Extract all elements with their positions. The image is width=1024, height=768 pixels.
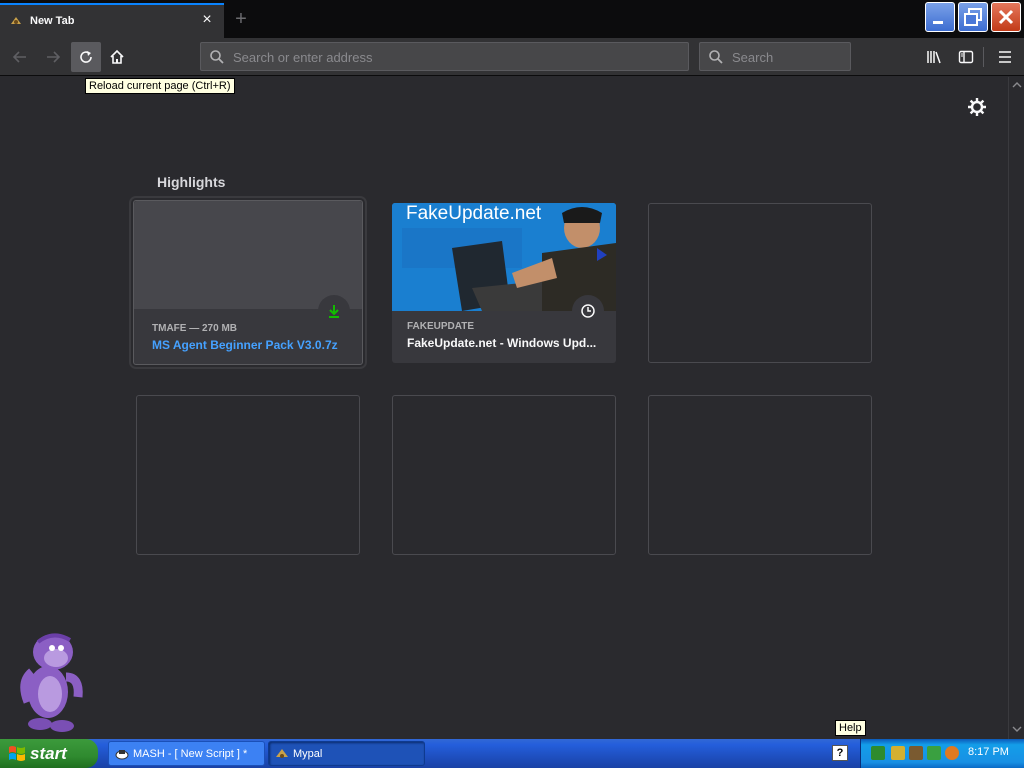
help-tooltip: Help [835,720,866,736]
mash-app-icon [115,750,129,760]
hamburger-menu-icon [999,51,1011,63]
search-bar-placeholder: Search [732,50,774,65]
tab-strip: New Tab × + [0,0,1024,38]
tab-new-tab[interactable]: New Tab × [0,3,224,38]
close-icon [998,9,1014,25]
help-icon[interactable]: ? [832,745,848,761]
menu-button[interactable] [990,42,1020,72]
back-arrow-icon [12,51,26,63]
minimize-button[interactable] [925,2,955,32]
tab-title: New Tab [30,15,75,27]
close-tab-icon[interactable]: × [198,11,216,29]
start-label: start [30,743,67,763]
clock-icon [581,304,595,318]
empty-highlight-slot [136,395,360,555]
system-tray: 8:17 PM [860,739,1024,768]
toolbar-separator [983,47,984,67]
task-label: MASH - [ New Script ] * [133,747,248,760]
forward-button[interactable] [38,42,68,72]
mypal-tray-icon[interactable] [909,746,923,760]
network-tray-icon[interactable] [871,746,885,760]
scroll-up-arrow-icon[interactable] [1012,81,1022,89]
sidebar-button[interactable] [951,42,981,72]
home-icon [110,49,124,64]
library-icon [927,51,941,64]
restore-icon [964,8,982,26]
agent-tray-icon[interactable] [891,746,905,760]
vertical-scrollbar[interactable] [1008,77,1024,739]
search-bar[interactable]: Search [699,42,851,71]
thumbnail-heading: FakeUpdate.net [406,203,542,224]
highlight-card-download[interactable]: TMAFE — 270 MB MS Agent Beginner Pack V3… [133,200,363,365]
new-tab-button[interactable]: + [226,5,256,33]
highlights-heading: Highlights [157,174,226,190]
task-label: Mypal [293,747,323,760]
start-button[interactable]: start [0,739,98,768]
sidebar-icon [958,50,974,64]
download-badge [318,295,350,327]
mypal-favicon-icon [11,17,21,24]
windows-flag-icon [9,746,25,761]
card-meta: FAKEUPDATE [407,321,475,332]
taskbar: start MASH - [ New Script ] * Mypal 8:17… [0,739,1024,768]
address-bar[interactable]: Search or enter address [200,42,689,71]
forward-arrow-icon [47,51,61,63]
empty-highlight-slot [392,395,616,555]
close-window-button[interactable] [991,2,1021,32]
card-title: FakeUpdate.net - Windows Upd... [407,336,597,350]
reload-button[interactable] [71,42,101,72]
reload-icon [80,51,92,63]
card-thumbnail [134,201,362,309]
empty-highlight-slot [648,203,872,363]
address-bar-placeholder: Search or enter address [233,50,373,65]
search-icon [709,50,723,64]
taskbar-item-mash[interactable]: MASH - [ New Script ] * [108,741,265,766]
clock: 8:17 PM [968,746,1009,758]
back-button[interactable] [5,42,35,72]
empty-highlight-slot [648,395,872,555]
minimize-icon [933,21,943,24]
search-tray-icon[interactable] [945,746,959,760]
highlight-card-fakeupdate[interactable]: FakeUpdate.net FAKEUPDATE FakeUpdate.net… [392,203,616,363]
bonzibuddy-agent[interactable] [18,622,88,734]
search-icon [210,50,224,64]
download-icon [329,305,339,318]
restore-button[interactable] [958,2,988,32]
library-button[interactable] [919,42,949,72]
taskbar-item-mypal[interactable]: Mypal [268,741,425,766]
gear-icon[interactable] [967,97,987,117]
card-title: MS Agent Beginner Pack V3.0.7z [152,338,338,352]
navigation-toolbar: Search or enter address Search [0,38,1024,76]
visited-badge [572,295,604,327]
app-tray-icon[interactable] [927,746,941,760]
reload-tooltip: Reload current page (Ctrl+R) [85,78,235,94]
mypal-app-icon [276,749,288,758]
card-meta: TMAFE — 270 MB [152,323,238,334]
scroll-down-arrow-icon[interactable] [1012,725,1022,733]
home-button[interactable] [102,42,132,72]
